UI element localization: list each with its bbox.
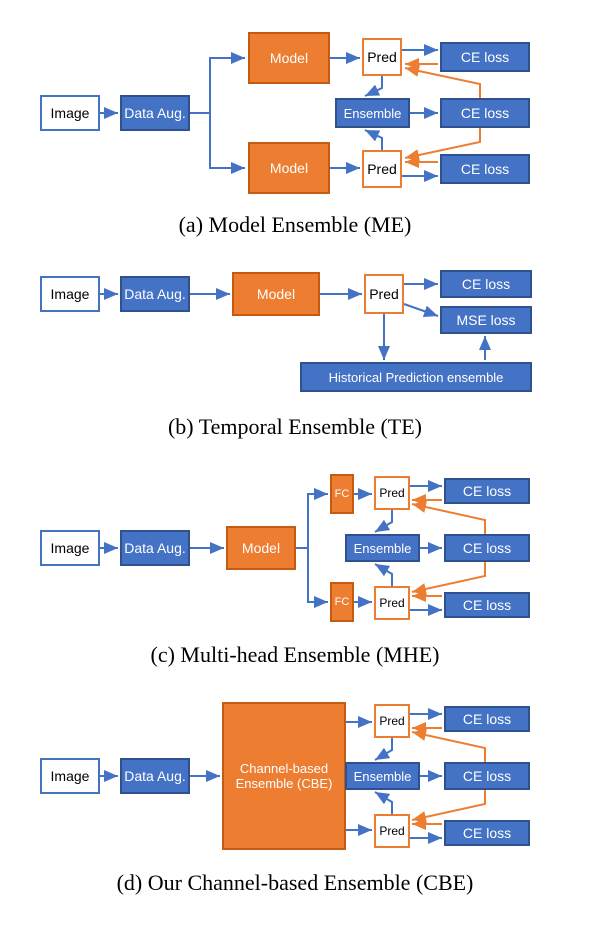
model-box: Model: [226, 526, 296, 570]
ce-loss-box-1: CE loss: [440, 42, 530, 72]
mse-loss-box: MSE loss: [440, 306, 532, 334]
pred-box-2: Pred: [362, 150, 402, 188]
ce-loss-box: CE loss: [440, 270, 532, 298]
image-box: Image: [40, 95, 100, 131]
ensemble-box: Ensemble: [335, 98, 410, 128]
data-aug-box: Data Aug.: [120, 530, 190, 566]
fc-box-2: FC: [330, 582, 354, 622]
figure-b: Image Data Aug. Model Pred CE loss MSE l…: [10, 258, 580, 440]
ce-loss-box-3: CE loss: [444, 820, 530, 846]
figure-c: Image Data Aug. Model FC FC Pred Pred En…: [10, 460, 580, 668]
figure-a: Image Data Aug. Model Model Pred Pred En…: [10, 20, 580, 238]
data-aug-box: Data Aug.: [120, 95, 190, 131]
fc-box-1: FC: [330, 474, 354, 514]
image-box: Image: [40, 530, 100, 566]
data-aug-box: Data Aug.: [120, 276, 190, 312]
caption-b: (b) Temporal Ensemble (TE): [10, 414, 580, 440]
ce-loss-box-2: CE loss: [440, 98, 530, 128]
pred-box-1: Pred: [362, 38, 402, 76]
cbe-box: Channel-based Ensemble (CBE): [222, 702, 346, 850]
model-box: Model: [232, 272, 320, 316]
ensemble-box: Ensemble: [345, 762, 420, 790]
caption-c: (c) Multi-head Ensemble (MHE): [10, 642, 580, 668]
data-aug-box: Data Aug.: [120, 758, 190, 794]
ce-loss-box-2: CE loss: [444, 534, 530, 562]
figure-d: Image Data Aug. Channel-based Ensemble (…: [10, 688, 580, 896]
ce-loss-box-3: CE loss: [440, 154, 530, 184]
ce-loss-box-1: CE loss: [444, 706, 530, 732]
pred-box: Pred: [364, 274, 404, 314]
model-box-2: Model: [248, 142, 330, 194]
ce-loss-box-2: CE loss: [444, 762, 530, 790]
caption-d: (d) Our Channel-based Ensemble (CBE): [10, 870, 580, 896]
ce-loss-box-3: CE loss: [444, 592, 530, 618]
ce-loss-box-1: CE loss: [444, 478, 530, 504]
historical-box: Historical Prediction ensemble: [300, 362, 532, 392]
model-box-1: Model: [248, 32, 330, 84]
caption-a: (a) Model Ensemble (ME): [10, 212, 580, 238]
pred-box-1: Pred: [374, 476, 410, 510]
pred-box-1: Pred: [374, 704, 410, 738]
image-box: Image: [40, 758, 100, 794]
ensemble-box: Ensemble: [345, 534, 420, 562]
image-box: Image: [40, 276, 100, 312]
pred-box-2: Pred: [374, 814, 410, 848]
pred-box-2: Pred: [374, 586, 410, 620]
